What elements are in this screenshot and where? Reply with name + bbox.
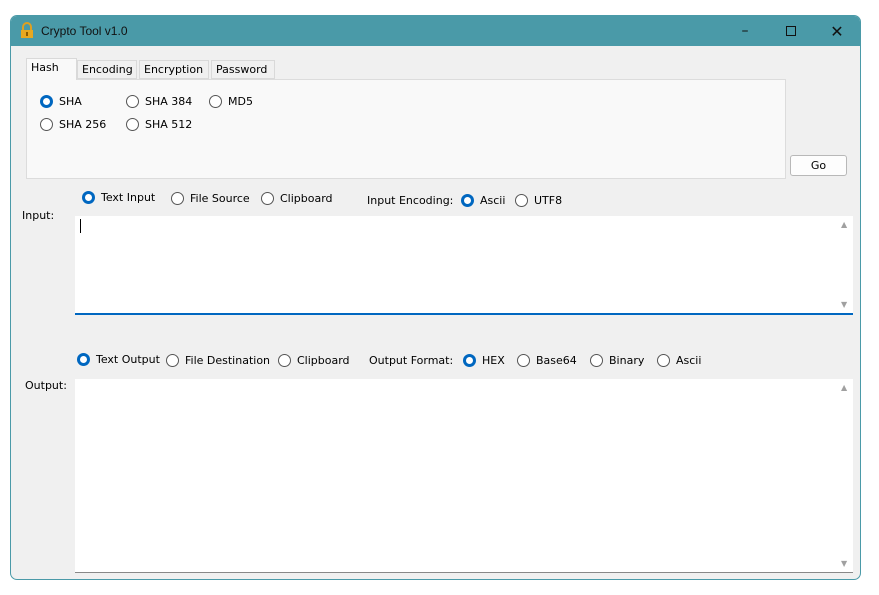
radio-ascii[interactable]: Ascii xyxy=(461,194,505,207)
tab-label: Encoding xyxy=(82,63,133,76)
radio-label: Clipboard xyxy=(280,192,333,205)
radio-sha256[interactable]: SHA 256 xyxy=(40,118,106,131)
output-textarea[interactable]: ▲ ▼ xyxy=(75,379,853,573)
tab-label: Encryption xyxy=(144,63,204,76)
close-button[interactable]: ✕ xyxy=(814,16,860,46)
radio-sha384[interactable]: SHA 384 xyxy=(126,95,192,108)
tab-hash[interactable]: Hash xyxy=(26,58,77,80)
tab-password[interactable]: Password xyxy=(211,60,275,79)
title-bar: Crypto Tool v1.0 – ✕ xyxy=(11,16,860,46)
input-scrollbar[interactable]: ▲ ▼ xyxy=(837,216,853,313)
app-window: Crypto Tool v1.0 – ✕ Hash Encoding Encry… xyxy=(10,15,861,580)
padlock-icon xyxy=(21,22,33,38)
radio-label: MD5 xyxy=(228,95,253,108)
input-textarea[interactable]: ▲ ▼ xyxy=(75,216,853,315)
radio-indicator xyxy=(209,95,222,108)
radio-text-output[interactable]: Text Output xyxy=(77,353,160,366)
radio-indicator xyxy=(126,118,139,131)
radio-indicator xyxy=(657,354,670,367)
radio-label: File Source xyxy=(190,192,250,205)
output-label: Output: xyxy=(25,379,67,392)
input-label: Input: xyxy=(22,209,55,222)
output-format-label: Output Format: xyxy=(369,354,454,367)
radio-label: SHA 384 xyxy=(145,95,193,108)
scroll-up-icon[interactable]: ▲ xyxy=(841,383,847,392)
radio-label: Binary xyxy=(609,354,645,367)
radio-label: UTF8 xyxy=(534,194,563,207)
radio-label: Base64 xyxy=(536,354,577,367)
radio-output-clipboard[interactable]: Clipboard xyxy=(278,354,350,367)
radio-md5[interactable]: MD5 xyxy=(209,95,253,108)
scroll-down-icon[interactable]: ▼ xyxy=(841,300,847,309)
radio-indicator xyxy=(517,354,530,367)
radio-indicator xyxy=(278,354,291,367)
radio-indicator xyxy=(77,353,90,366)
radio-indicator xyxy=(463,354,476,367)
output-scrollbar[interactable]: ▲ ▼ xyxy=(837,379,853,572)
radio-indicator xyxy=(40,118,53,131)
tab-label: Hash xyxy=(31,61,59,74)
radio-label: File Destination xyxy=(185,354,271,367)
radio-label: HEX xyxy=(482,354,505,367)
radio-label: Text Input xyxy=(101,191,156,204)
radio-file-destination[interactable]: File Destination xyxy=(166,354,270,367)
radio-sha[interactable]: SHA xyxy=(40,95,82,108)
radio-text-input[interactable]: Text Input xyxy=(82,191,155,204)
radio-label: SHA 256 xyxy=(59,118,107,131)
maximize-button[interactable] xyxy=(768,16,814,46)
radio-indicator xyxy=(171,192,184,205)
radio-label: Text Output xyxy=(96,353,160,366)
radio-label: Ascii xyxy=(676,354,702,367)
radio-base64[interactable]: Base64 xyxy=(517,354,577,367)
tab-encoding[interactable]: Encoding xyxy=(77,60,137,79)
radio-input-clipboard[interactable]: Clipboard xyxy=(261,192,333,205)
radio-file-source[interactable]: File Source xyxy=(171,192,250,205)
go-label: Go xyxy=(810,159,827,172)
scroll-down-icon[interactable]: ▼ xyxy=(841,559,847,568)
radio-indicator xyxy=(126,95,139,108)
tab-label: Password xyxy=(216,63,268,76)
go-button[interactable]: Go xyxy=(790,155,847,176)
radio-binary[interactable]: Binary xyxy=(590,354,644,367)
radio-sha512[interactable]: SHA 512 xyxy=(126,118,192,131)
radio-label: Clipboard xyxy=(297,354,350,367)
radio-label: SHA xyxy=(59,95,82,108)
radio-indicator xyxy=(461,194,474,207)
radio-indicator xyxy=(166,354,179,367)
radio-indicator xyxy=(82,191,95,204)
scroll-up-icon[interactable]: ▲ xyxy=(841,220,847,229)
input-encoding-label: Input Encoding: xyxy=(367,194,454,207)
radio-label: Ascii xyxy=(480,194,506,207)
radio-indicator xyxy=(261,192,274,205)
window-title: Crypto Tool v1.0 xyxy=(41,24,128,38)
radio-indicator xyxy=(515,194,528,207)
radio-label: SHA 512 xyxy=(145,118,193,131)
radio-utf8[interactable]: UTF8 xyxy=(515,194,562,207)
radio-indicator xyxy=(40,95,53,108)
radio-indicator xyxy=(590,354,603,367)
radio-output-ascii[interactable]: Ascii xyxy=(657,354,701,367)
minimize-button[interactable]: – xyxy=(722,16,768,46)
text-cursor xyxy=(80,219,81,233)
radio-hex[interactable]: HEX xyxy=(463,354,505,367)
tab-encryption[interactable]: Encryption xyxy=(139,60,209,79)
